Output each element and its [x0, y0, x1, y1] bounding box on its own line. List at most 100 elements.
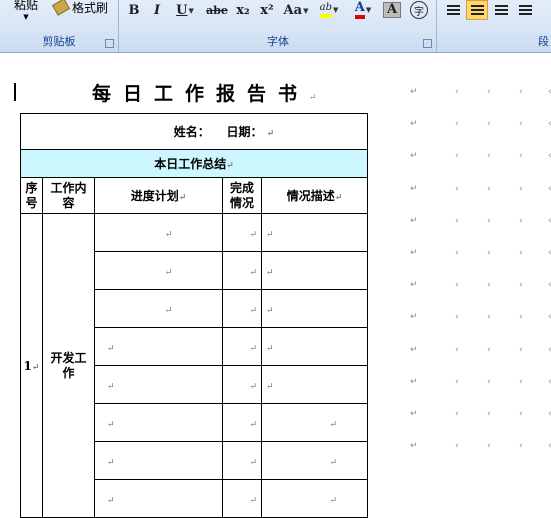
name-date-cell[interactable]: 姓名： 日期： ↵ [20, 113, 368, 150]
paragraph-mark-icon: ↵ [410, 215, 418, 226]
font-color-button[interactable]: A ▼ [348, 0, 378, 20]
cell-end-mark-icon: ↵ [329, 419, 337, 430]
header-description[interactable]: 情况描述↵ [261, 177, 368, 214]
paragraph-mark-icon: ‹ [487, 312, 491, 323]
highlight-button[interactable]: ab ▼ [312, 0, 346, 20]
cell-end-mark-icon: ↵ [249, 457, 257, 468]
description-cell[interactable]: ↵ [261, 403, 368, 442]
subscript-button[interactable]: x₂ [232, 0, 254, 20]
italic-button[interactable]: I [148, 0, 166, 20]
progress-plan-cell[interactable]: ↵ [94, 441, 223, 480]
paste-label: 粘贴 [13, 0, 38, 12]
cell-end-mark-icon: ↵ [266, 229, 274, 240]
underline-button[interactable]: U ▼ [170, 0, 200, 20]
completion-cell[interactable]: ↵ [222, 251, 262, 290]
completion-cell[interactable]: ↵ [222, 441, 262, 480]
cell-end-mark-icon: ↵ [249, 495, 257, 506]
font-group: B I U ▼ abe x₂ x² Aa ▼ ab ▼ A ▼ A 字 字体 [120, 0, 437, 52]
progress-plan-cell[interactable]: ↵ [94, 327, 223, 366]
paste-dropdown-icon[interactable]: ▼ [6, 13, 46, 21]
cell-end-mark-icon: ↵ [334, 193, 343, 203]
superscript-button[interactable]: x² [256, 0, 278, 20]
completion-cell[interactable]: ↵ [222, 365, 262, 404]
format-painter-button[interactable]: 格式刷 [51, 0, 108, 16]
paragraph-mark-icon: ‹ [455, 215, 459, 226]
daily-report-table[interactable]: 姓名： 日期： ↵ 本日工作总结↵ 序号 工作内容 进度计划↵ 完成情况 情况描… [20, 113, 368, 518]
row-number-cell[interactable]: 1↵ [20, 213, 43, 518]
description-cell[interactable]: ↵ [261, 365, 368, 404]
change-case-button[interactable]: Aa ▼ [280, 0, 312, 20]
align-right-button[interactable] [490, 0, 512, 20]
strikethrough-button[interactable]: abe [204, 0, 230, 20]
italic-label: I [153, 2, 161, 18]
underline-label: U [176, 2, 188, 18]
summary-header-cell[interactable]: 本日工作总结↵ [20, 149, 368, 178]
paragraph-mark-icon: ↵ [410, 248, 418, 258]
progress-plan-cell[interactable]: ↵ [94, 213, 223, 252]
paragraph-mark-icon: ‹ [487, 409, 491, 419]
progress-plan-cell[interactable]: ↵ [94, 365, 223, 404]
paragraph-mark-icon: ‹ [487, 280, 491, 291]
progress-plan-cell[interactable]: ↵ [94, 251, 223, 290]
work-content-cell[interactable]: 开发工作 [42, 213, 95, 518]
completion-cell[interactable]: ↵ [222, 289, 262, 328]
paragraph-mark-icon: ↵ [410, 441, 418, 452]
cell-end-mark-icon: ↵ [249, 229, 257, 240]
justify-icon [518, 5, 532, 15]
name-date-label: 姓名： 日期： [173, 125, 263, 139]
document-title[interactable]: 每日工作报告书↵ [92, 79, 317, 106]
progress-plan-cell[interactable]: ↵ [94, 289, 223, 328]
paragraph-mark-icon: ‹ [487, 441, 491, 452]
header-completion[interactable]: 完成情况 [222, 177, 262, 214]
header-completion-label: 完成情况 [229, 180, 254, 210]
paragraph-mark-icon: ‹ [487, 87, 491, 97]
strikethrough-label: abe [206, 3, 228, 17]
document-page[interactable]: 每日工作报告书↵ 姓名： 日期： ↵ 本日工作总结↵ 序号 工作内容 进度计划↵… [0, 53, 551, 518]
align-left-button[interactable] [442, 0, 464, 20]
description-cell[interactable]: ↵ [261, 213, 368, 252]
bold-label: B [128, 2, 140, 18]
text-cursor [14, 83, 16, 101]
cell-end-mark-icon: ↵ [164, 229, 173, 240]
character-shading-icon: A [382, 2, 402, 18]
cell-end-mark-icon: ↵ [164, 267, 173, 278]
cell-end-mark-icon: ↵ [329, 457, 337, 468]
clipboard-group: 粘贴 ▼ 格式刷 剪贴板 [0, 0, 119, 52]
highlight-dropdown-icon[interactable]: ▼ [333, 6, 338, 14]
cell-end-mark-icon: ↵ [266, 305, 274, 316]
description-cell[interactable]: ↵ [261, 441, 368, 480]
paragraph-group-label: 段 [538, 35, 549, 48]
progress-plan-cell[interactable]: ↵ [94, 403, 223, 442]
cell-end-mark-icon: ↵ [266, 343, 274, 354]
clipboard-dialog-launcher-icon[interactable] [105, 39, 114, 48]
description-cell[interactable]: ↵ [261, 327, 368, 366]
header-number[interactable]: 序号 [20, 177, 43, 214]
font-dialog-launcher-icon[interactable] [423, 39, 432, 48]
header-progress-plan[interactable]: 进度计划↵ [94, 177, 223, 214]
description-cell[interactable]: ↵ [261, 251, 368, 290]
cell-end-mark-icon: ↵ [107, 381, 115, 392]
paragraph-mark-icon: ‹ [519, 215, 523, 226]
description-cell[interactable]: ↵ [261, 289, 368, 328]
paragraph-mark-icon: ‹ [519, 280, 523, 291]
bold-button[interactable]: B [124, 0, 144, 20]
character-shading-button[interactable]: A [382, 0, 402, 20]
change-case-dropdown-icon[interactable]: ▼ [303, 6, 308, 15]
cell-end-mark-icon: ↵ [266, 381, 274, 392]
paragraph-mark-icon: ↵ [410, 376, 418, 387]
enclose-characters-button[interactable]: 字 [408, 0, 430, 20]
paragraph-mark-icon: ↵ [309, 93, 317, 103]
completion-cell[interactable]: ↵ [222, 327, 262, 366]
paragraph-mark-icon: ‹ [455, 280, 459, 291]
align-center-button[interactable] [466, 0, 488, 20]
cell-end-mark-icon: ↵ [107, 343, 115, 354]
justify-button[interactable] [514, 0, 536, 20]
completion-cell[interactable]: ↵ [222, 213, 262, 252]
font-group-label: 字体 [267, 35, 289, 48]
underline-dropdown-icon[interactable]: ▼ [188, 6, 193, 15]
paste-button[interactable]: 粘贴 ▼ [6, 0, 46, 24]
paragraph-mark-icon: ‹ [519, 151, 523, 162]
completion-cell[interactable]: ↵ [222, 403, 262, 442]
header-work-content[interactable]: 工作内容 [42, 177, 95, 214]
font-color-dropdown-icon[interactable]: ▼ [366, 6, 371, 14]
